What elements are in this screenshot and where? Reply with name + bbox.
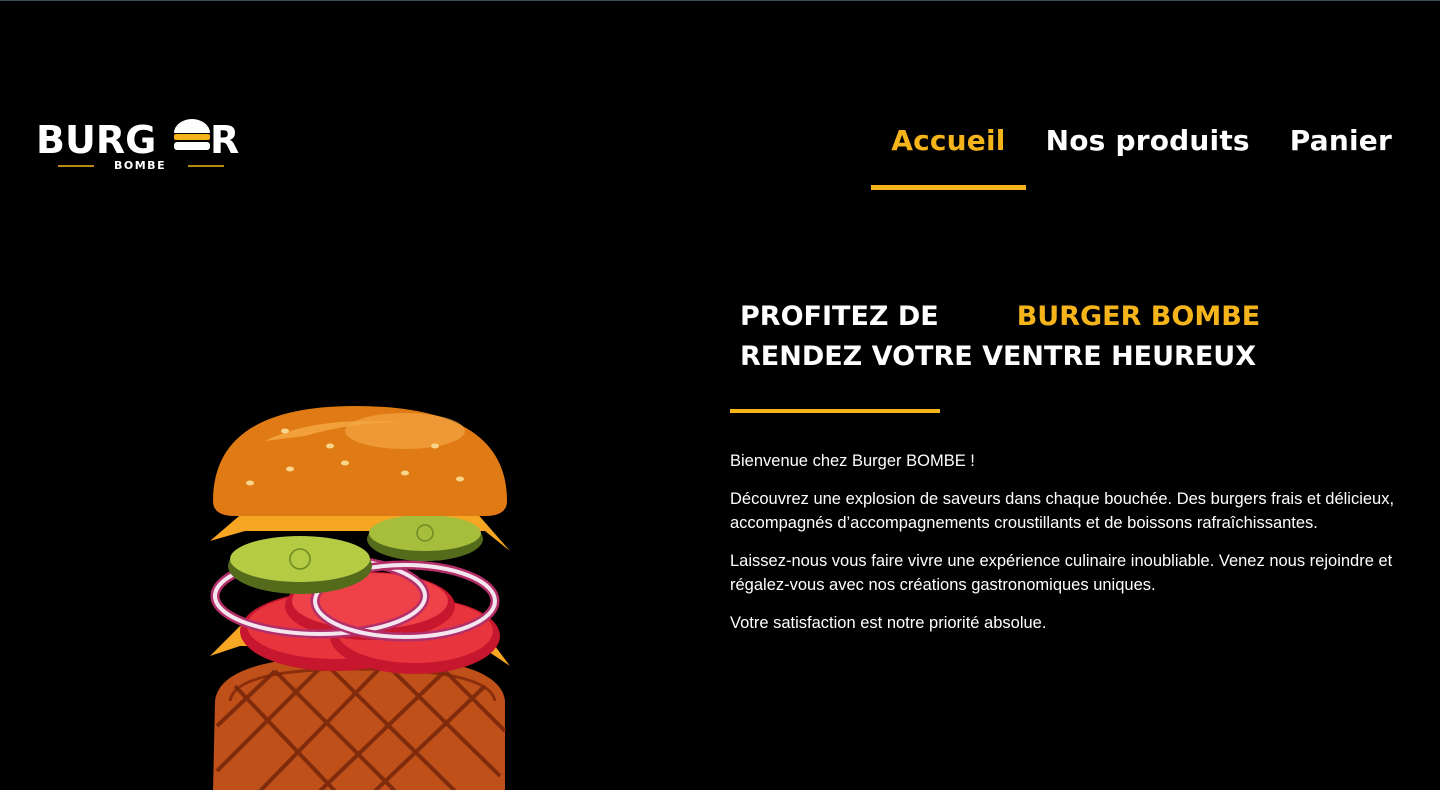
active-nav-underline	[871, 185, 1026, 190]
nav-item-label: Nos produits	[1045, 124, 1250, 157]
burger-illustration	[210, 406, 510, 790]
intro-paragraph: Votre satisfaction est notre priorité ab…	[730, 614, 1047, 632]
main-nav: Accueil Nos produits Panier	[871, 119, 1412, 191]
nav-item-label: Panier	[1289, 124, 1392, 157]
page: BURG R BOMBE Accueil Nos produits Panier	[0, 0, 1440, 790]
logo-subtext: BOMBE	[114, 159, 166, 172]
nav-item-nos-produits[interactable]: Nos produits	[1026, 119, 1270, 191]
logo-text-trail: R	[210, 118, 239, 162]
burger-icon	[174, 119, 210, 150]
headline-brand: BURGER BOMBE	[1016, 301, 1261, 332]
nav-item-panier[interactable]: Panier	[1270, 119, 1412, 191]
nav-item-accueil[interactable]: Accueil	[871, 119, 1026, 191]
nav-item-label: Accueil	[891, 124, 1006, 157]
intro-paragraph: Découvrez une explosion de saveurs dans …	[730, 490, 1395, 532]
intro-paragraph: Bienvenue chez Burger BOMBE !	[730, 452, 975, 470]
headline-divider	[730, 409, 940, 413]
headline-prefix: PROFITEZ DE	[740, 301, 939, 332]
headline-line2: RENDEZ VOTRE VENTRE HEUREUX	[740, 341, 1257, 372]
intro-paragraph: Laissez-nous vous faire vivre une expéri…	[730, 552, 1393, 594]
logo-text-main: BURG	[36, 118, 156, 162]
hero-headline: PROFITEZ DE BURGER BOMBE RENDEZ VOTRE VEN…	[740, 297, 1430, 377]
burger-bombe-logo[interactable]: BURG R BOMBE	[36, 117, 251, 173]
hero-content: PROFITEZ DE BURGER BOMBE RENDEZ VOTRE VEN…	[730, 297, 1430, 649]
